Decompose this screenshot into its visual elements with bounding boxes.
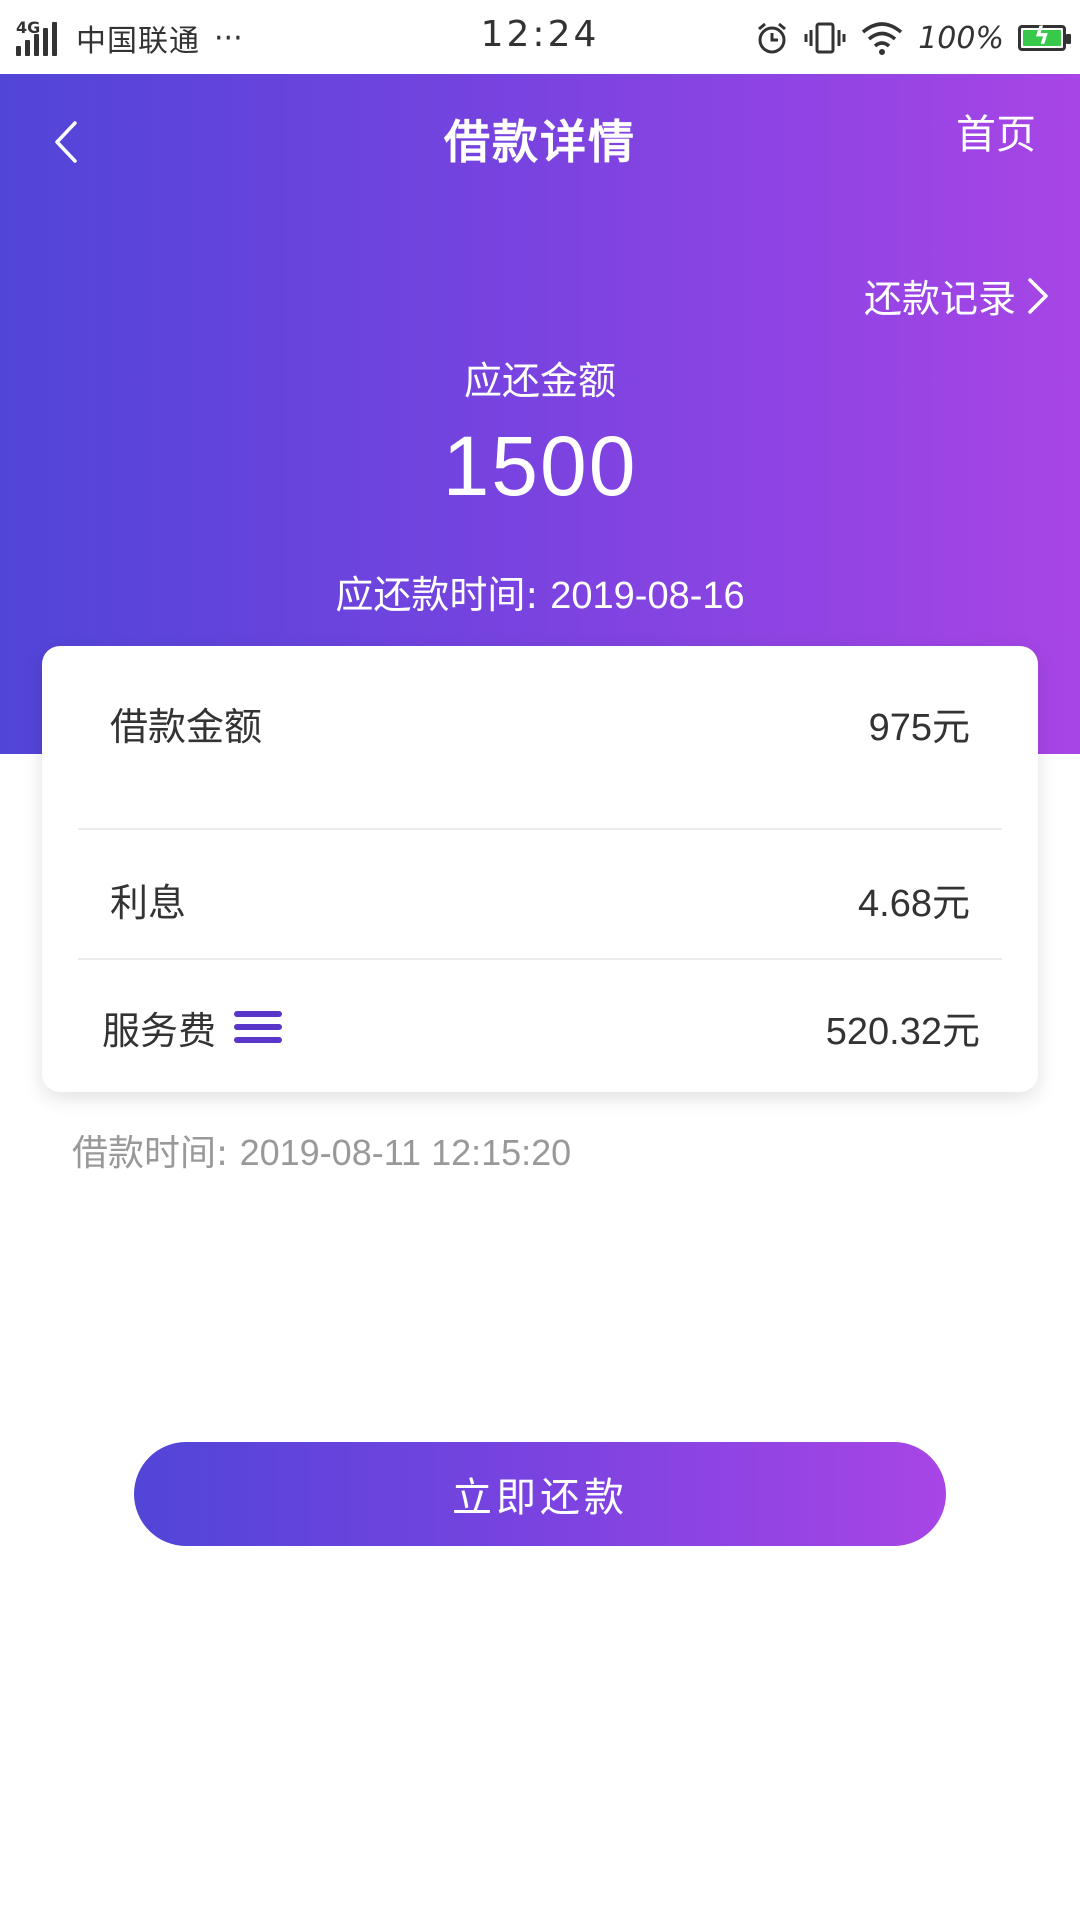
vibrate-icon (804, 22, 846, 54)
detail-row-service-fee: 服务费 520.32元 (78, 962, 1002, 1092)
interest-value: 4.68元 (858, 880, 970, 925)
principal-value: 975元 (868, 704, 970, 749)
principal-label: 借款金额 (110, 704, 263, 749)
battery-percentage: 100% (918, 20, 1004, 56)
battery-charging-icon: ϟ (1018, 22, 1071, 51)
loan-time-label: 借款时间: (72, 1133, 229, 1174)
alarm-icon (758, 22, 787, 54)
fee-breakdown-menu-icon[interactable] (234, 1011, 283, 1043)
loan-detail-screen: 4G 中国联通 ··· 12:24 100% ϟ 借款详情 首页 还款记录 应还… (0, 0, 1080, 1920)
detail-row-principal: 借款金额 975元 (78, 658, 1002, 788)
repay-now-button[interactable]: 立即还款 (134, 1442, 946, 1546)
loan-time: 借款时间: 2019-08-11 12:15:20 (72, 1124, 571, 1176)
service-fee-label-group: 服务费 (78, 1000, 283, 1055)
service-fee-value: 520.32元 (825, 1008, 980, 1053)
wifi-icon (862, 22, 903, 55)
due-date: 应还款时间: 2019-08-16 (0, 564, 1080, 619)
due-amount: 1500 (442, 419, 638, 513)
page-title: 借款详情 (444, 115, 636, 169)
service-fee-label: 服务费 (102, 1008, 217, 1053)
row-divider (78, 958, 1002, 960)
due-date-value: 2019-08-16 (550, 575, 745, 617)
status-bar: 4G 中国联通 ··· 12:24 100% ϟ (0, 0, 1080, 74)
status-right: 100% ϟ (754, 14, 1071, 62)
due-date-label: 应还款时间: (335, 573, 539, 617)
repayment-records-label: 还款记录 (863, 277, 1016, 321)
repayment-records-link[interactable]: 还款记录 (864, 268, 1050, 323)
due-amount-label: 应还金额 (463, 359, 616, 403)
loan-details-card: 借款金额 975元 利息 4.68元 服务费 520.32元 (42, 646, 1038, 1092)
interest-label: 利息 (110, 880, 187, 925)
loan-time-value: 2019-08-11 12:15:20 (239, 1132, 572, 1173)
row-divider (78, 828, 1002, 830)
detail-row-interest: 利息 4.68元 (78, 834, 1002, 964)
chevron-right-icon (1028, 277, 1048, 314)
home-link[interactable]: 首页 (956, 102, 1036, 160)
